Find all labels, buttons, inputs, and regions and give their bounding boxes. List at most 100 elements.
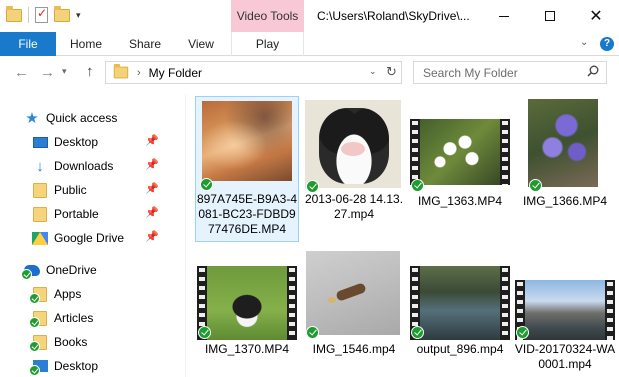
- close-button[interactable]: ✕: [573, 0, 619, 32]
- navigation-bar: ← → ▾ ↑ › My Folder ⌄ ↻: [0, 57, 619, 89]
- folder-synced-icon: [29, 310, 48, 328]
- folder-icon: [6, 5, 22, 22]
- recent-locations-chevron-icon[interactable]: ▾: [62, 66, 67, 77]
- sidebar-item-books[interactable]: Books: [29, 330, 88, 354]
- minimize-button[interactable]: [481, 0, 527, 32]
- sync-status-icon: [29, 365, 40, 376]
- tab-home[interactable]: Home: [60, 32, 112, 56]
- sync-status-icon: [29, 293, 40, 304]
- star-icon: ★: [25, 110, 39, 127]
- address-bar[interactable]: › My Folder ⌄ ↻: [105, 61, 402, 84]
- sync-status-icon: [198, 326, 211, 339]
- folder-icon: [113, 63, 129, 79]
- file-name: IMG_1370.MP4: [204, 342, 290, 356]
- close-icon: ✕: [589, 8, 603, 25]
- file-item[interactable]: 897A745E-B9A3-4081-BC23-FDBD977476DE.MP4: [195, 96, 299, 242]
- pin-icon[interactable]: 📌: [145, 230, 159, 243]
- toolbar-separator: [28, 7, 29, 23]
- sidebar-item-label: Google Drive: [54, 231, 125, 245]
- folder-icon: [32, 182, 48, 198]
- sidebar-item-label: Public: [54, 183, 87, 197]
- file-name: 2013-06-28 14.13.27.mp4: [304, 192, 404, 221]
- file-name: IMG_1366.MP4: [522, 194, 608, 208]
- video-thumbnail: [410, 119, 510, 185]
- sidebar-item-onedrive-desktop[interactable]: Desktop: [29, 354, 98, 377]
- sidebar-item-apps[interactable]: Apps: [29, 282, 81, 306]
- filmstrip-icon: [410, 119, 420, 185]
- sidebar-item-desktop[interactable]: Desktop 📌: [32, 130, 162, 154]
- file-name: 897A745E-B9A3-4081-BC23-FDBD977476DE.MP4: [196, 192, 298, 236]
- video-thumbnail: [515, 280, 615, 340]
- address-history-chevron-icon[interactable]: ⌄: [369, 66, 377, 77]
- window-title: C:\Users\Roland\SkyDrive\...: [317, 9, 470, 23]
- file-item[interactable]: IMG_1363.MP4: [408, 96, 512, 242]
- sync-status-icon: [516, 326, 529, 339]
- pin-icon[interactable]: 📌: [145, 158, 159, 171]
- download-icon: ↓: [36, 157, 44, 175]
- video-thumbnail: [306, 251, 400, 335]
- video-thumbnail: [197, 266, 297, 340]
- file-item[interactable]: IMG_1366.MP4: [513, 96, 617, 242]
- breadcrumb-separator-icon[interactable]: ›: [137, 67, 141, 79]
- help-icon[interactable]: ?: [600, 37, 614, 51]
- file-item[interactable]: output_896.mp4: [408, 251, 512, 371]
- search-input[interactable]: [414, 62, 574, 83]
- expand-ribbon-chevron-icon[interactable]: ⌄: [580, 37, 588, 48]
- sync-status-icon: [529, 179, 542, 192]
- sidebar-item-label: OneDrive: [46, 263, 97, 277]
- folder-synced-icon: [29, 286, 48, 304]
- sidebar-item-quick-access[interactable]: ★ Quick access: [24, 106, 117, 130]
- pane-divider[interactable]: [185, 95, 186, 377]
- forward-arrow-icon[interactable]: →: [40, 64, 55, 81]
- sidebar-item-public[interactable]: Public 📌: [32, 178, 162, 202]
- file-item[interactable]: 2013-06-28 14.13.27.mp4: [302, 96, 406, 242]
- title-bar: ▾ Video Tools C:\Users\Roland\SkyDrive\.…: [0, 0, 619, 32]
- refresh-icon[interactable]: ↻: [386, 64, 397, 80]
- maximize-icon: [545, 11, 555, 21]
- sidebar-item-onedrive[interactable]: OneDrive: [21, 258, 97, 282]
- sidebar-item-label: Desktop: [54, 135, 99, 149]
- sidebar-item-google-drive[interactable]: Google Drive 📌: [32, 226, 162, 250]
- search-box[interactable]: [413, 61, 607, 84]
- maximize-button[interactable]: [527, 0, 573, 32]
- tab-view[interactable]: View: [180, 32, 222, 56]
- pin-icon[interactable]: 📌: [145, 134, 159, 147]
- file-item[interactable]: IMG_1370.MP4: [195, 251, 299, 371]
- sidebar-item-portable[interactable]: Portable 📌: [32, 202, 162, 226]
- sidebar-item-label: Quick access: [46, 111, 118, 125]
- folder-icon: [32, 206, 48, 222]
- sidebar-item-label: Portable: [54, 207, 99, 221]
- desktop-icon: [32, 134, 48, 150]
- video-thumbnail: [305, 100, 401, 188]
- file-item[interactable]: VID-20170324-WA0001.mp4: [513, 251, 617, 377]
- sidebar-item-articles[interactable]: Articles: [29, 306, 93, 330]
- new-folder-icon[interactable]: [54, 5, 70, 22]
- desktop-synced-icon: [29, 358, 48, 376]
- sidebar-item-label: Downloads: [54, 159, 114, 173]
- sync-status-icon: [306, 326, 319, 339]
- filmstrip-icon: [605, 280, 615, 340]
- back-arrow-icon[interactable]: ←: [14, 64, 29, 81]
- sidebar-item-label: Books: [54, 335, 88, 349]
- tab-file[interactable]: File: [0, 32, 56, 56]
- breadcrumb[interactable]: My Folder: [149, 66, 202, 80]
- tab-play[interactable]: Play: [231, 32, 304, 56]
- pin-icon[interactable]: 📌: [145, 182, 159, 195]
- sync-status-icon: [411, 326, 424, 339]
- sidebar-item-downloads[interactable]: ↓ Downloads 📌: [32, 154, 162, 178]
- properties-icon[interactable]: [35, 6, 48, 23]
- quick-access-toolbar: ▾: [6, 5, 81, 23]
- file-item[interactable]: IMG_1546.mp4: [302, 251, 406, 371]
- filmstrip-icon: [500, 266, 510, 340]
- folder-synced-icon: [29, 334, 48, 352]
- customize-toolbar-chevron-icon[interactable]: ▾: [76, 10, 81, 21]
- search-icon[interactable]: [587, 65, 599, 77]
- tab-share[interactable]: Share: [120, 32, 170, 56]
- contextual-tab-header: Video Tools: [231, 0, 304, 32]
- pin-icon[interactable]: 📌: [145, 206, 159, 219]
- onedrive-icon: [21, 262, 40, 280]
- file-name: output_896.mp4: [416, 342, 504, 356]
- sync-status-icon: [29, 317, 40, 328]
- sync-status-icon: [21, 269, 32, 280]
- up-arrow-icon[interactable]: ↑: [86, 63, 94, 80]
